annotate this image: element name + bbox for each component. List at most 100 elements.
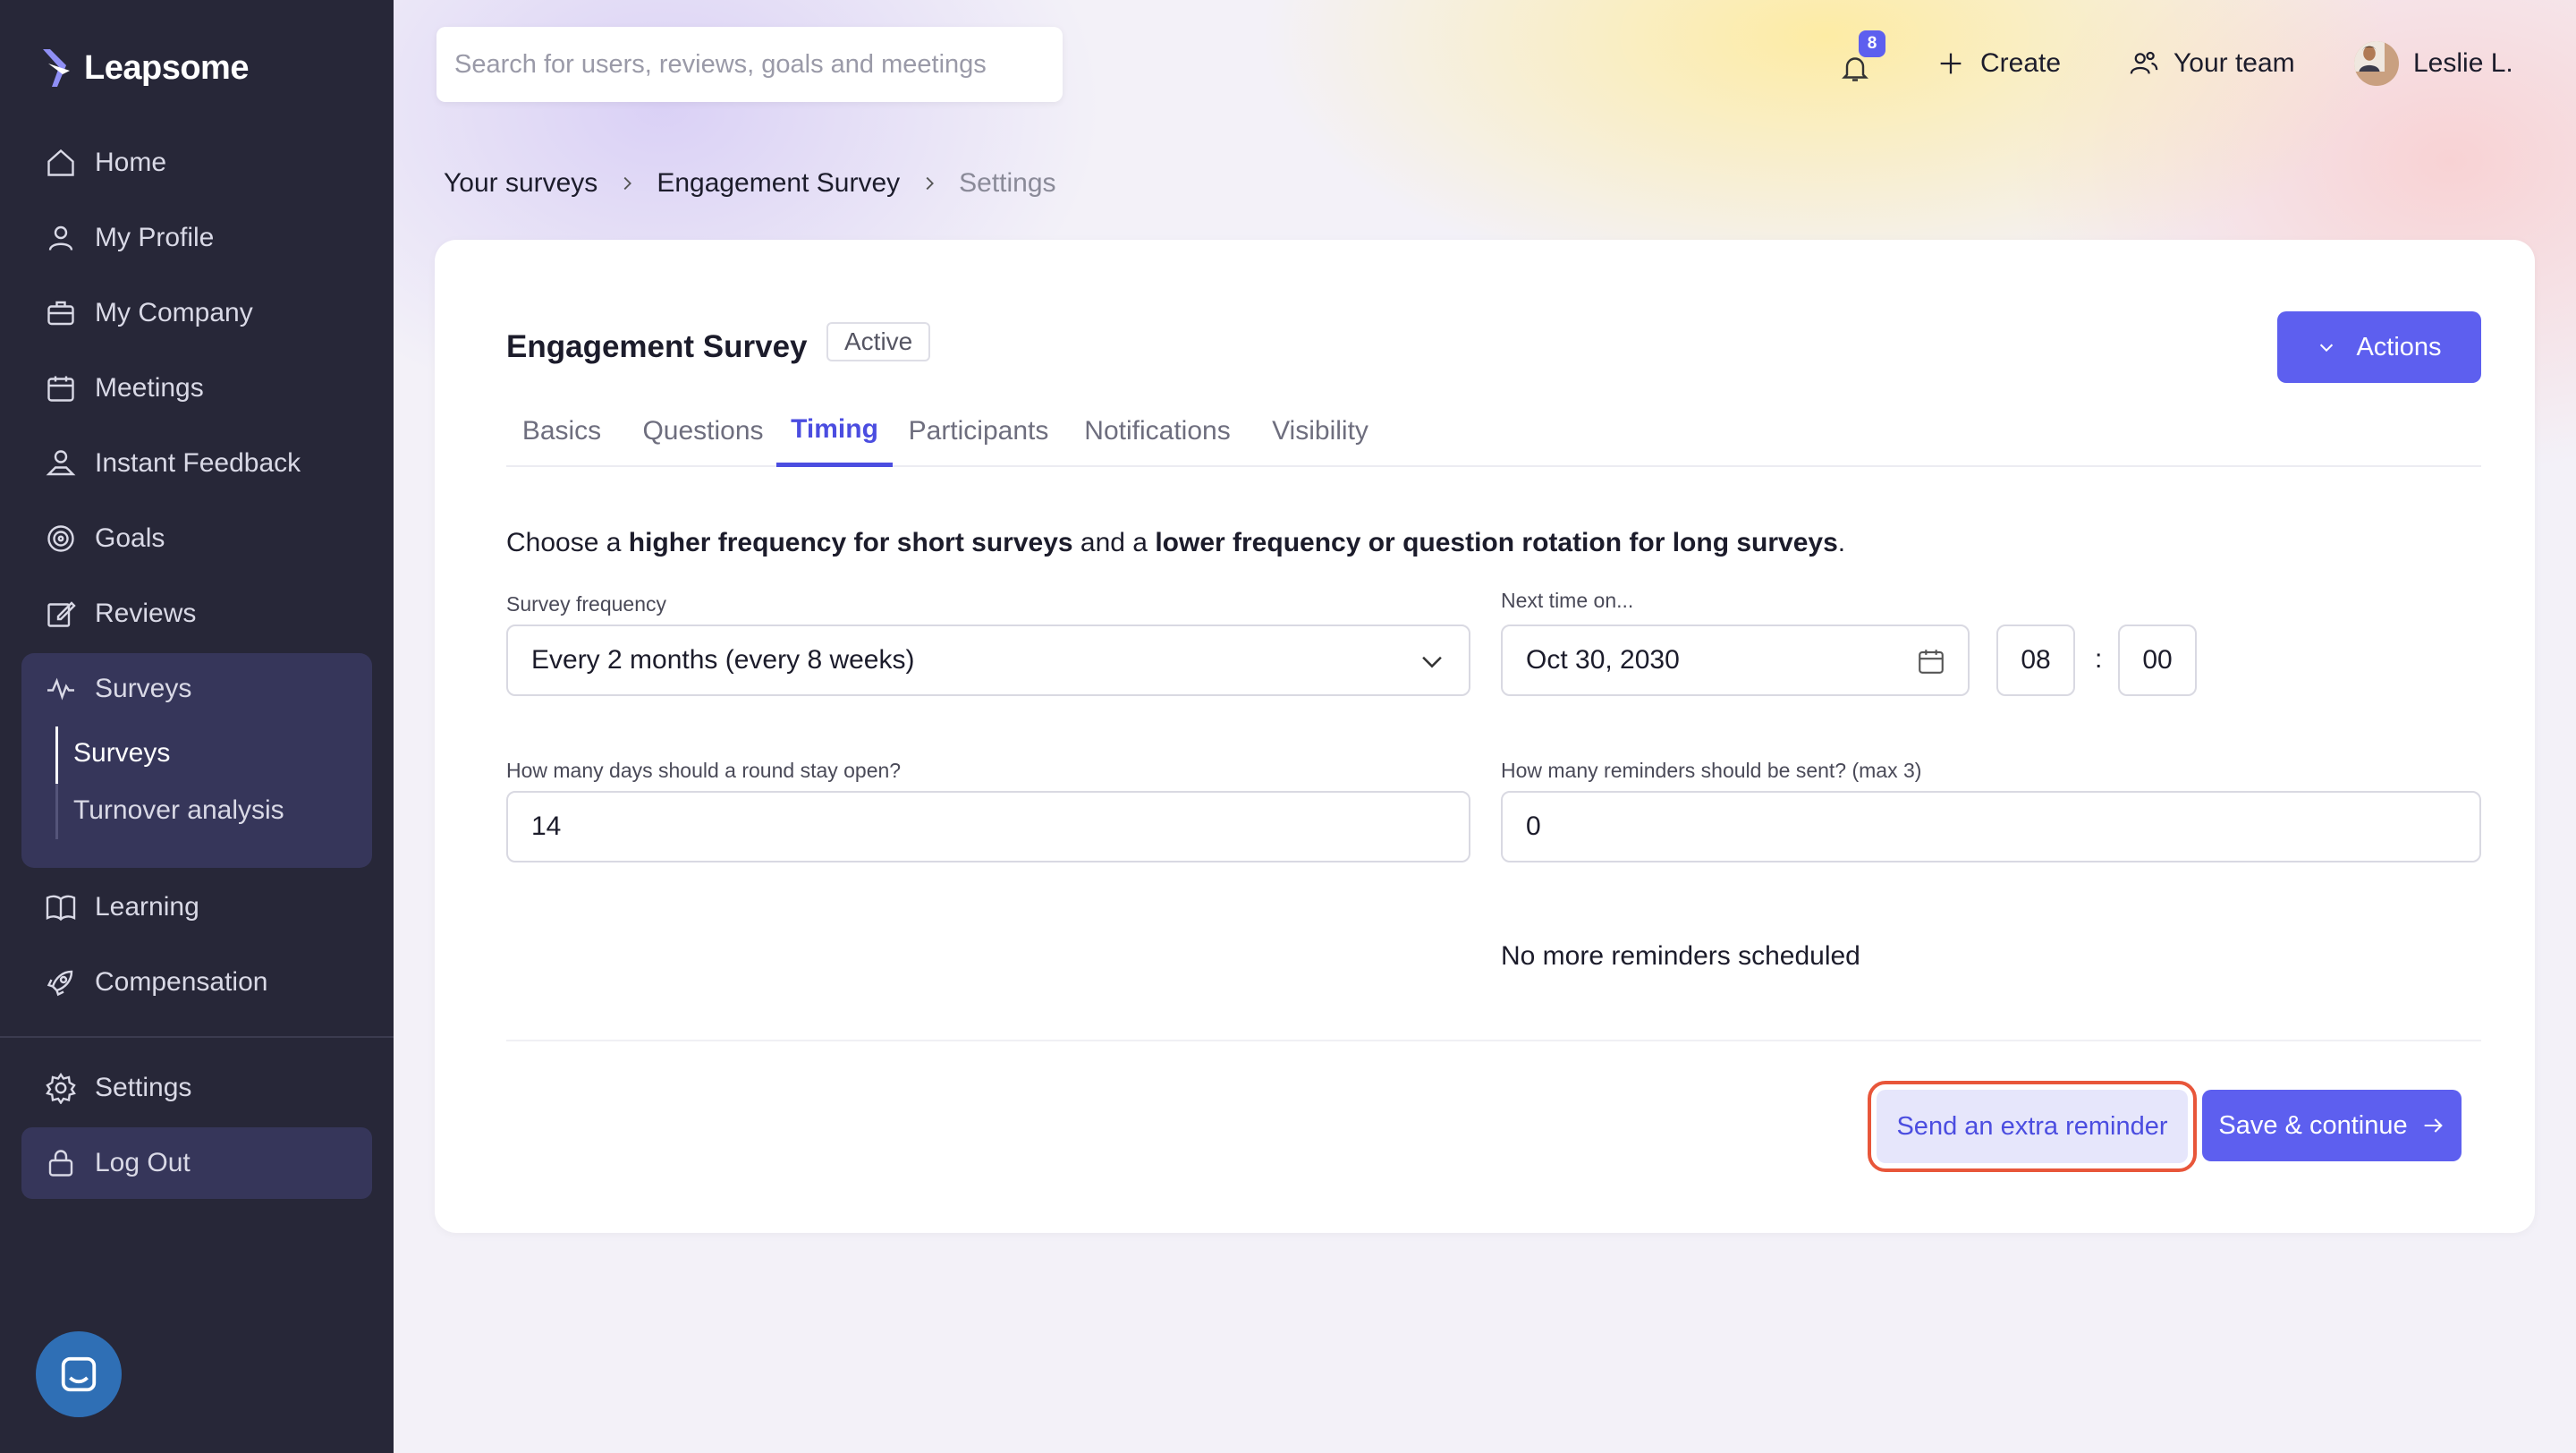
minute-input[interactable]: 00 <box>2118 625 2197 696</box>
sidebar-item-label: Instant Feedback <box>95 448 301 478</box>
sidebar-item-label: Learning <box>95 892 199 922</box>
hour-input[interactable]: 08 <box>1996 625 2075 696</box>
sidebar: Leapsome Home My Profile My Company Meet… <box>0 0 394 1453</box>
chevron-down-icon <box>1422 656 1442 668</box>
avatar-portrait-icon <box>2354 41 2385 72</box>
submenu-active-indicator <box>55 726 58 784</box>
reminders-status-text: No more reminders scheduled <box>1501 941 1860 971</box>
user-menu[interactable]: Leslie L. <box>2354 38 2513 89</box>
chevron-right-icon <box>926 176 935 191</box>
actions-label: Actions <box>2356 332 2442 361</box>
sidebar-item-home[interactable]: Home <box>21 131 372 195</box>
sidebar-item-instant-feedback[interactable]: Instant Feedback <box>21 431 372 496</box>
chevron-right-icon <box>623 176 632 191</box>
sidebar-item-learning[interactable]: Learning <box>21 875 372 939</box>
sidebar-item-label: Goals <box>95 523 165 553</box>
sidebar-item-settings[interactable]: Settings <box>21 1056 372 1120</box>
next-date-picker[interactable]: Oct 30, 2030 <box>1501 625 1970 696</box>
your-team-button[interactable]: Your team <box>2129 38 2295 89</box>
briefcase-icon <box>47 301 74 326</box>
breadcrumb: Your surveys Engagement Survey Settings <box>444 159 1056 208</box>
notifications-badge: 8 <box>1859 30 1885 57</box>
arrow-right-icon <box>2424 1118 2443 1133</box>
reminders-count-label: How many reminders should be sent? (max … <box>1501 759 1922 782</box>
breadcrumb-settings: Settings <box>959 168 1056 198</box>
book-icon <box>46 895 76 922</box>
reminders-count-input[interactable]: 0 <box>1501 791 2481 862</box>
save-continue-button[interactable]: Save & continue <box>2202 1090 2462 1161</box>
survey-frequency-select[interactable]: Every 2 months (every 8 weeks) <box>506 625 1470 696</box>
breadcrumb-engagement-survey[interactable]: Engagement Survey <box>657 168 900 199</box>
global-search[interactable] <box>436 27 1063 102</box>
sidebar-item-label: Compensation <box>95 967 268 997</box>
calendar-icon <box>1919 650 1944 674</box>
sidebar-item-label: Meetings <box>95 373 204 403</box>
chat-launcher-button[interactable] <box>36 1331 122 1417</box>
time-separator: : <box>2095 644 2103 674</box>
tab-basics[interactable]: Basics <box>506 395 617 467</box>
sidebar-item-compensation[interactable]: Compensation <box>21 950 372 1015</box>
rocket-icon <box>47 970 73 997</box>
sidebar-item-my-profile[interactable]: My Profile <box>21 206 372 270</box>
sidebar-subitem-turnover-analysis[interactable]: Turnover analysis <box>73 784 284 837</box>
target-icon <box>47 525 74 552</box>
plus-icon <box>1940 53 1962 74</box>
sidebar-item-label: Home <box>95 148 167 177</box>
notifications-button[interactable]: 8 <box>1839 30 1885 88</box>
sidebar-item-reviews[interactable]: Reviews <box>21 582 372 646</box>
sidebar-item-label: Log Out <box>95 1148 191 1177</box>
sidebar-item-goals[interactable]: Goals <box>21 506 372 571</box>
sidebar-divider <box>0 1036 394 1038</box>
avatar <box>2354 41 2399 86</box>
create-button[interactable]: Create <box>1936 38 2061 89</box>
send-extra-reminder-button[interactable]: Send an extra reminder <box>1868 1081 2197 1172</box>
tab-visibility[interactable]: Visibility <box>1258 395 1383 467</box>
next-time-label: Next time on... <box>1501 589 1634 612</box>
reminders-count-value: 0 <box>1526 811 1541 841</box>
tab-notifications[interactable]: Notifications <box>1064 395 1250 467</box>
page-title: Engagement Survey <box>506 329 808 364</box>
status-badge: Active <box>826 322 931 361</box>
tab-participants[interactable]: Participants <box>896 395 1061 467</box>
days-open-label: How many days should a round stay open? <box>506 759 902 782</box>
home-icon <box>47 149 74 176</box>
days-open-value: 14 <box>531 811 562 841</box>
pulse-icon <box>47 677 74 701</box>
sidebar-item-my-company[interactable]: My Company <box>21 281 372 345</box>
sidebar-item-label: Settings <box>95 1073 192 1102</box>
sidebar-item-log-out[interactable]: Log Out <box>21 1127 372 1199</box>
search-input[interactable] <box>454 49 1063 80</box>
next-date-value: Oct 30, 2030 <box>1526 645 1680 675</box>
brand-name: Leapsome <box>84 48 249 87</box>
sidebar-subitem-surveys[interactable]: Surveys <box>73 726 170 780</box>
settings-tabs: Basics Questions Timing Participants Not… <box>506 395 2481 467</box>
tab-questions[interactable]: Questions <box>631 395 775 467</box>
lock-icon <box>48 1150 73 1177</box>
brand-logo[interactable]: Leapsome <box>39 41 249 95</box>
sidebar-item-meetings[interactable]: Meetings <box>21 356 372 421</box>
user-name: Leslie L. <box>2413 48 2513 78</box>
days-open-input[interactable]: 14 <box>506 791 1470 862</box>
leapsome-logo-icon <box>43 49 70 87</box>
save-continue-label: Save & continue <box>2218 1110 2408 1140</box>
chevron-down-icon <box>2320 344 2334 353</box>
actions-button[interactable]: Actions <box>2277 311 2481 383</box>
card-divider <box>506 1040 2481 1041</box>
survey-frequency-value: Every 2 months (every 8 weeks) <box>531 645 915 675</box>
sidebar-item-label: My Profile <box>95 223 215 252</box>
chat-icon <box>61 1356 97 1392</box>
your-team-label: Your team <box>2174 48 2295 78</box>
breadcrumb-your-surveys[interactable]: Your surveys <box>444 168 597 199</box>
user-icon <box>48 225 73 251</box>
sidebar-item-label: Surveys <box>95 674 192 703</box>
edit-icon <box>47 601 76 627</box>
calendar-icon <box>47 376 74 402</box>
team-icon <box>2130 51 2158 74</box>
create-label: Create <box>1980 48 2062 78</box>
sidebar-item-label: Reviews <box>95 599 197 628</box>
survey-frequency-label: Survey frequency <box>506 592 666 616</box>
gear-icon <box>46 1072 76 1104</box>
tab-timing[interactable]: Timing <box>776 395 893 467</box>
sidebar-item-surveys[interactable]: Surveys <box>21 657 372 721</box>
feedback-icon <box>46 450 76 476</box>
